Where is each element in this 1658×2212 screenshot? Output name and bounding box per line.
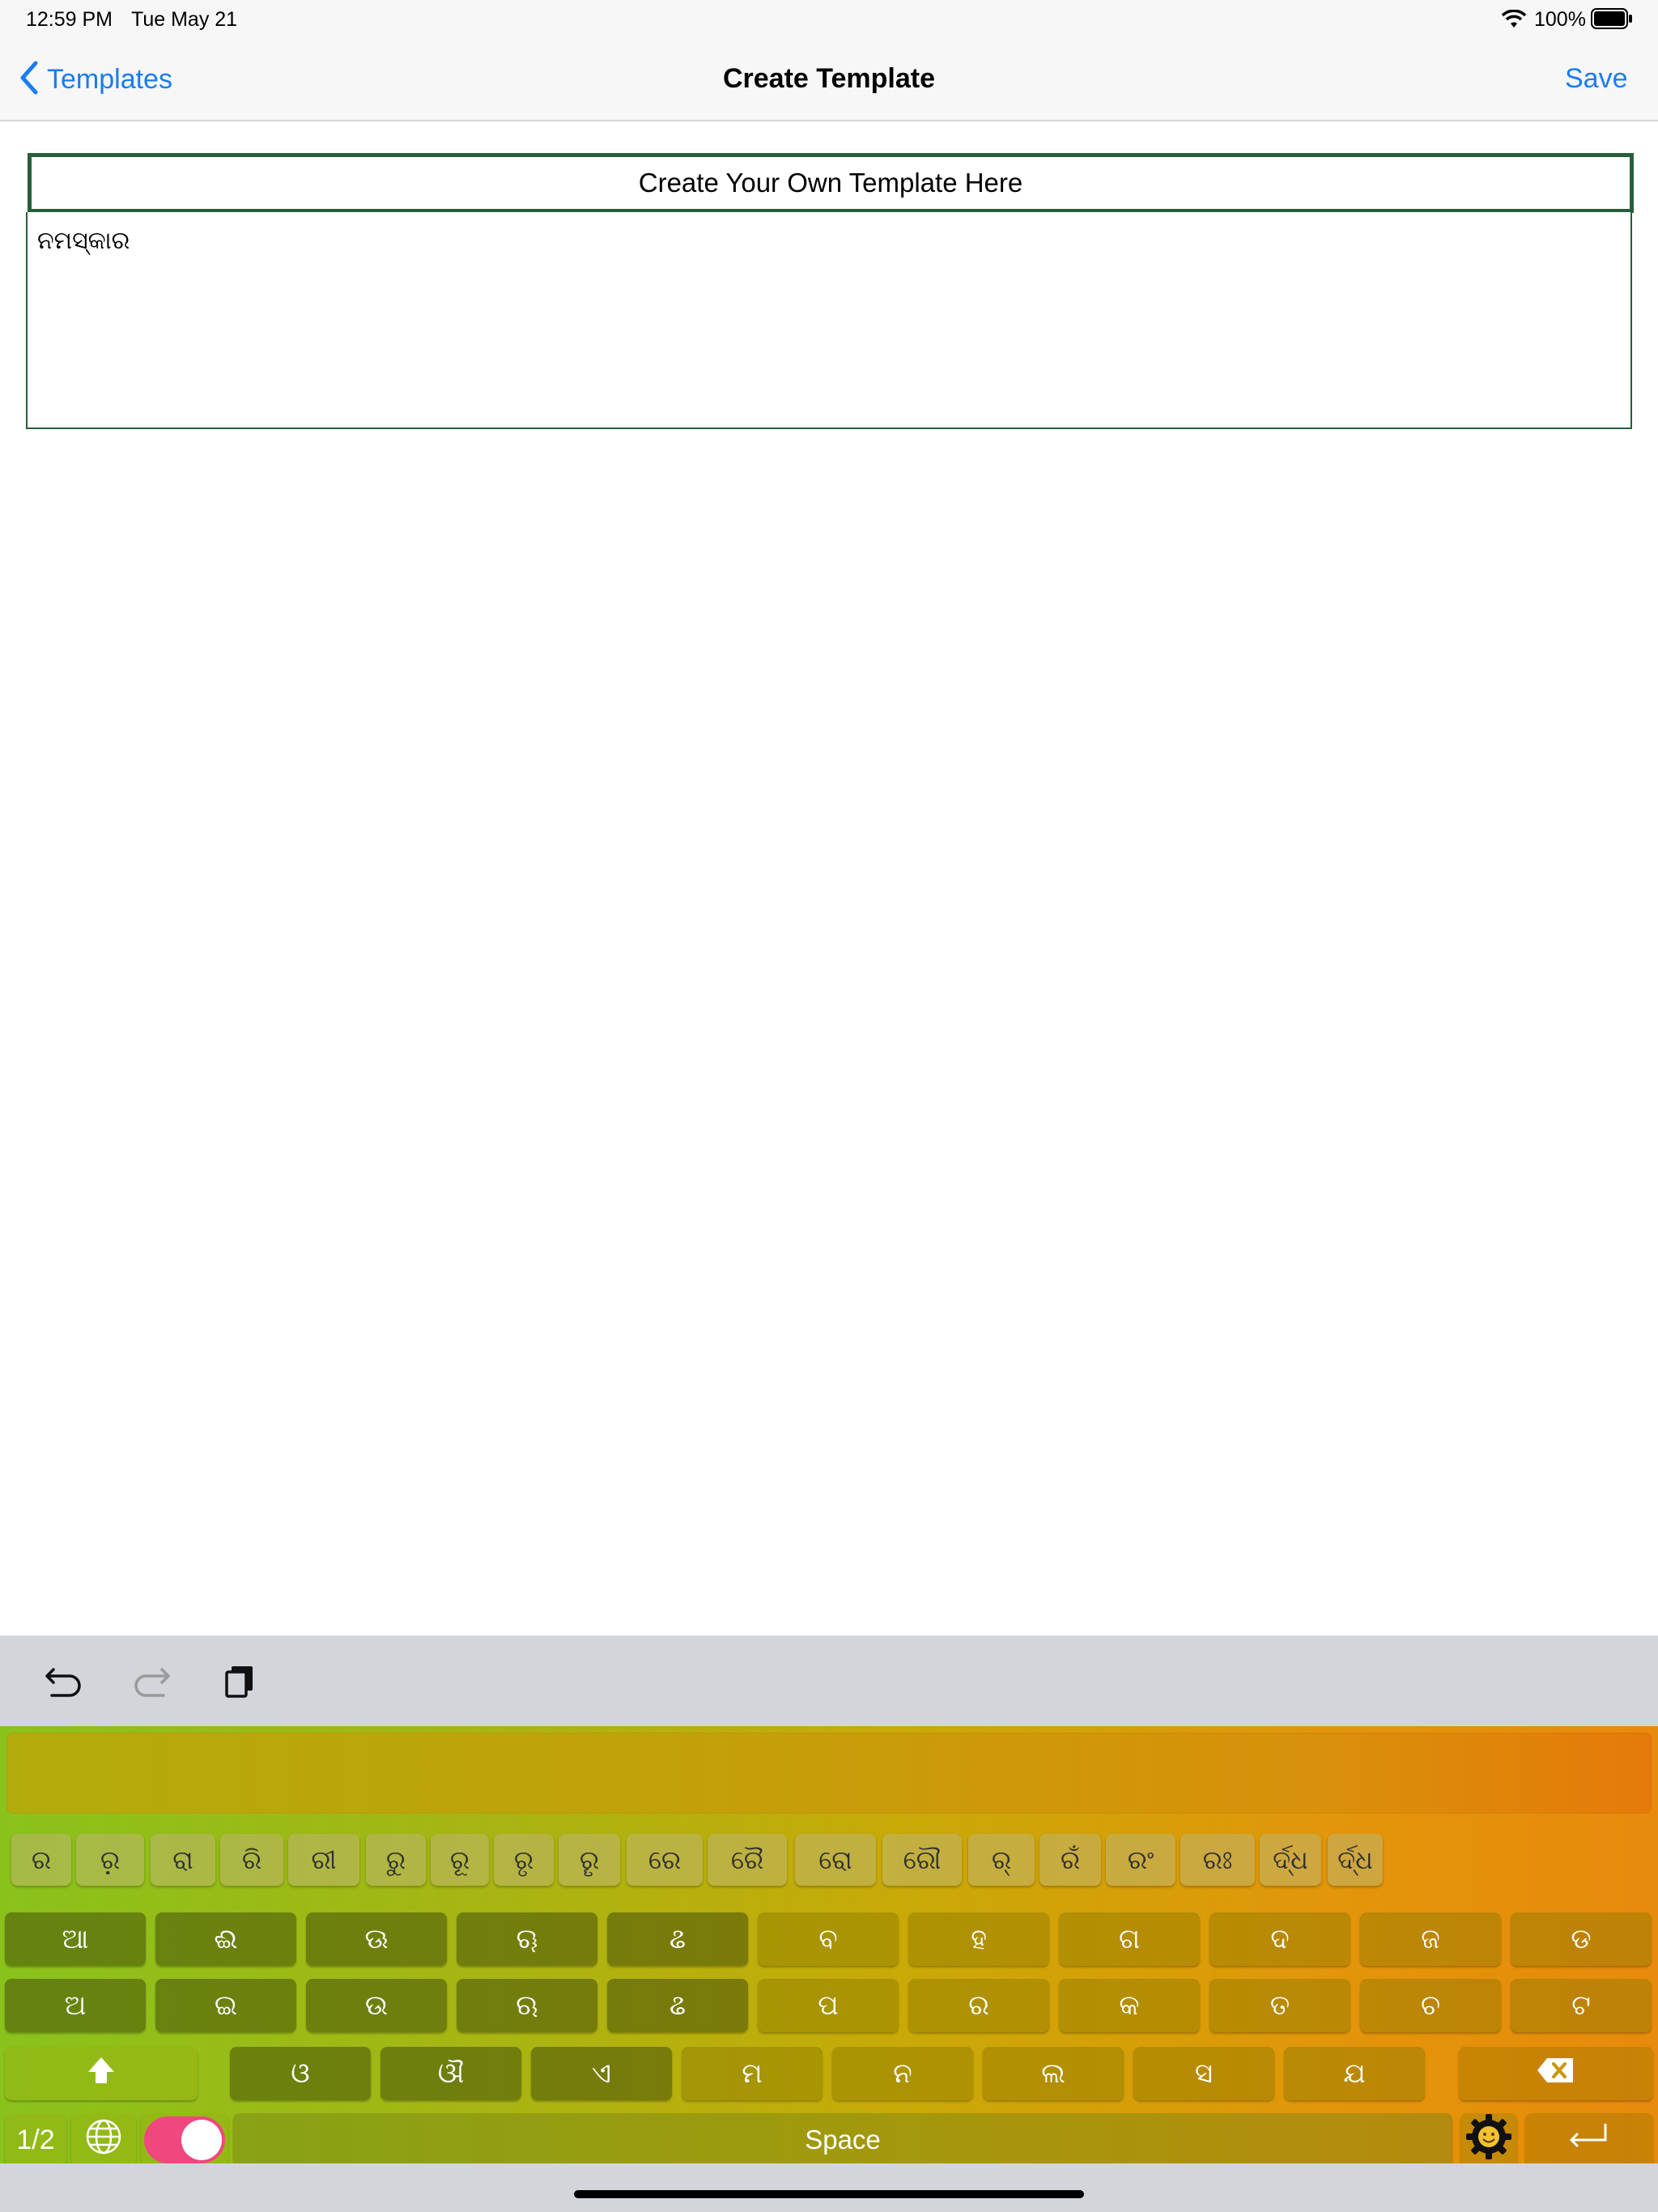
letter-key[interactable]: ଅ <box>5 1979 146 2032</box>
letter-key[interactable]: ନ <box>832 2047 973 2100</box>
status-date: Tue May 21 <box>131 8 238 31</box>
letter-key[interactable]: ଔ <box>380 2047 521 2100</box>
letter-key[interactable]: ହ <box>908 1912 1049 1966</box>
globe-key[interactable] <box>71 2113 136 2167</box>
letter-key[interactable]: ଋ <box>457 1979 597 2032</box>
wifi-icon <box>1501 9 1527 32</box>
keyboard-bottom-strip <box>0 2163 1658 2212</box>
vowel-sign-key[interactable]: ର୍ <box>968 1834 1035 1886</box>
template-body-textarea[interactable]: ନମସ୍କାର <box>26 212 1632 429</box>
page-switch-key[interactable]: 1/2 <box>5 2113 66 2167</box>
letter-key[interactable]: ଌ <box>607 1979 748 2032</box>
vowel-sign-key[interactable]: ରେ <box>627 1834 703 1886</box>
settings-gear-icon <box>1465 2112 1513 2168</box>
vowel-sign-key[interactable]: ରି <box>220 1834 283 1886</box>
vowel-sign-key[interactable]: ରୋ <box>795 1834 876 1886</box>
letter-key[interactable]: ର <box>908 1979 1049 2032</box>
letter-key[interactable]: କ <box>1059 1979 1200 2032</box>
letter-key[interactable]: ଇ <box>155 1979 296 2032</box>
letter-key[interactable]: ଉ <box>306 1979 447 2032</box>
keyboard-toggle[interactable] <box>141 2113 228 2167</box>
toggle-switch <box>144 2116 225 2163</box>
keyboard-toolbar <box>0 1636 1658 1726</box>
suggestion-bar <box>6 1733 1652 1814</box>
shift-key[interactable] <box>5 2047 198 2100</box>
vowel-sign-key[interactable]: ରଁ <box>1039 1834 1101 1886</box>
status-time: 12:59 PM <box>26 8 113 31</box>
vowel-sign-key[interactable]: ରା <box>151 1834 215 1886</box>
vowel-sign-key[interactable]: ରଃ <box>1180 1834 1255 1886</box>
vowel-sign-key[interactable]: ର୍ଦ୍ଧ <box>1328 1834 1383 1886</box>
letter-key[interactable]: ସ <box>1133 2047 1274 2100</box>
vowel-sign-key[interactable]: ରୈ <box>708 1834 787 1886</box>
letter-key[interactable]: ଲ <box>983 2047 1124 2100</box>
vowel-sign-key[interactable]: ରୄ <box>559 1834 620 1886</box>
letter-key[interactable]: ମ <box>682 2047 823 2100</box>
battery-icon <box>1591 8 1633 32</box>
return-key[interactable] <box>1525 2113 1653 2167</box>
letter-key[interactable]: ୠ <box>457 1912 597 1966</box>
return-icon <box>1567 2121 1612 2160</box>
vowel-sign-key[interactable]: ରଂ <box>1106 1834 1175 1886</box>
battery-percent: 100% <box>1534 8 1586 31</box>
toggle-knob <box>181 2120 222 2160</box>
letter-key[interactable]: ଟ <box>1511 1979 1652 2032</box>
vowel-sign-key[interactable]: ରୀ <box>288 1834 359 1886</box>
redo-icon[interactable] <box>131 1665 172 1704</box>
vowel-sign-key[interactable]: ର୍ଦ୍ଧ <box>1260 1834 1321 1886</box>
letter-key[interactable]: ଓ <box>230 2047 371 2100</box>
shift-arrow-icon <box>85 2054 117 2094</box>
letter-key[interactable]: ଆ <box>5 1912 146 1966</box>
space-key[interactable]: Space <box>233 2113 1452 2167</box>
letter-key[interactable]: ଗ <box>1059 1912 1200 1966</box>
home-indicator <box>574 2190 1084 2198</box>
letter-key[interactable]: ଡ <box>1511 1912 1652 1966</box>
status-bar: 12:59 PM Tue May 21 100% <box>0 0 1658 39</box>
save-button[interactable]: Save <box>1565 63 1628 95</box>
vowel-sign-key[interactable]: ର଼ <box>76 1834 144 1886</box>
letter-key[interactable]: ବ <box>758 1912 899 1966</box>
page-title: Create Template <box>722 63 936 94</box>
undo-icon[interactable] <box>44 1665 84 1704</box>
vowel-sign-key[interactable]: ରୁ <box>366 1834 426 1886</box>
paste-icon[interactable] <box>222 1663 257 1702</box>
backspace-key[interactable] <box>1459 2047 1653 2100</box>
letter-key[interactable]: ଜ <box>1360 1912 1501 1966</box>
letter-key[interactable]: ଈ <box>155 1912 296 1966</box>
vowel-sign-key[interactable]: ରୃ <box>494 1834 554 1886</box>
letter-key[interactable]: ଌ <box>607 1912 748 1966</box>
vowel-sign-key[interactable]: ରୌ <box>882 1834 962 1886</box>
template-title-field[interactable]: Create Your Own Template Here <box>28 153 1634 213</box>
globe-icon <box>85 2118 122 2163</box>
template-body-text: ନମସ୍କାର <box>37 227 130 255</box>
letter-key[interactable]: ତ <box>1209 1979 1350 2032</box>
backspace-icon <box>1536 2057 1576 2091</box>
letter-key[interactable]: ଚ <box>1360 1979 1501 2032</box>
vowel-sign-key[interactable]: ରୂ <box>431 1834 489 1886</box>
navigation-bar: Templates Create Template Save <box>0 39 1658 121</box>
letter-key[interactable]: ଊ <box>306 1912 447 1966</box>
vowel-sign-key[interactable]: ର <box>11 1834 71 1886</box>
letter-key[interactable]: ଦ <box>1209 1912 1350 1966</box>
letter-key[interactable]: ଏ <box>531 2047 672 2100</box>
letter-key[interactable]: ଯ <box>1284 2047 1425 2100</box>
letter-key[interactable]: ପ <box>758 1979 899 2032</box>
settings-key[interactable] <box>1460 2113 1517 2167</box>
